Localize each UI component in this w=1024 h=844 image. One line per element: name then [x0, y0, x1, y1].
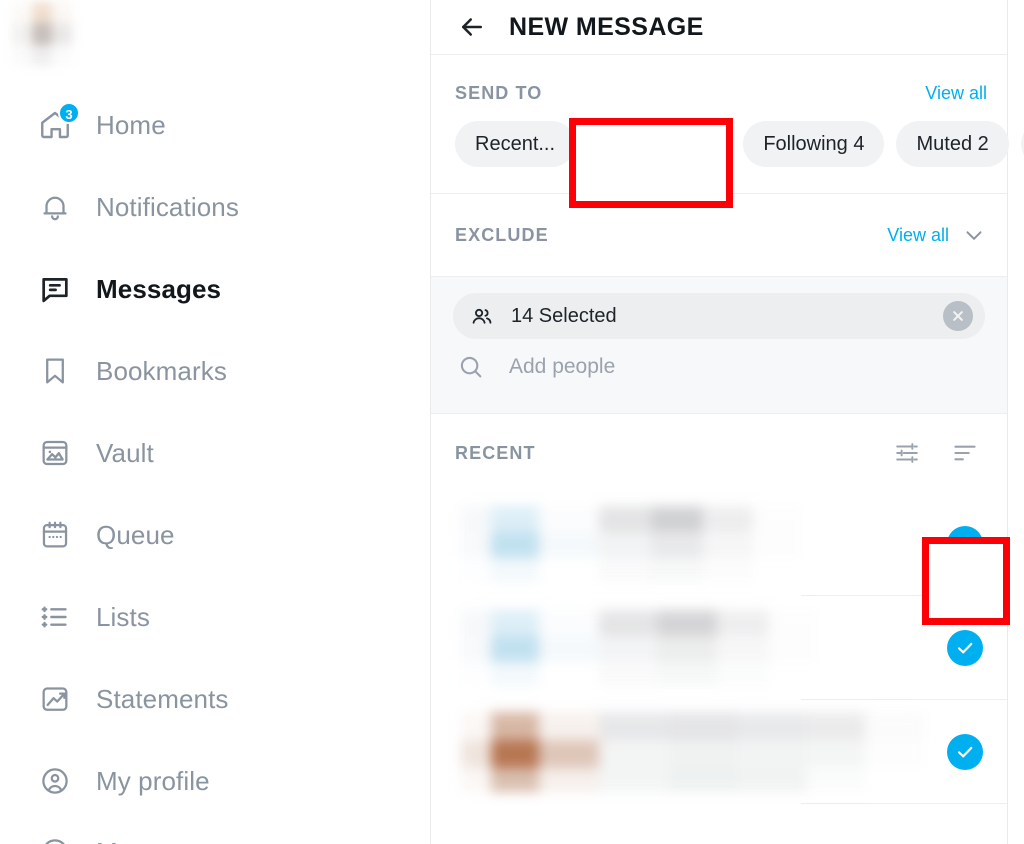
sidebar-nav: 3 Home Notifications Messages Bookmarks … [0, 84, 431, 844]
send-to-chip-list: Recent... Fans 14 Following 4 Muted 2 [431, 111, 1024, 193]
check-circle-icon[interactable] [947, 734, 983, 770]
calendar-icon [34, 514, 76, 556]
app-root: 3 Home Notifications Messages Bookmarks … [0, 0, 1024, 844]
recent-title: RECENT [455, 442, 536, 463]
sidebar-item-label: Messages [96, 273, 222, 304]
chip-label: Following 4 [763, 132, 865, 155]
sidebar-item-label: Notifications [96, 191, 239, 222]
recent-header: RECENT [431, 414, 1007, 492]
vault-image-icon [34, 432, 76, 474]
filter-sliders-icon[interactable] [893, 439, 921, 467]
chart-trend-icon [34, 678, 76, 720]
exclude-view-all-link[interactable]: View all [887, 225, 949, 246]
back-arrow-icon[interactable] [455, 10, 489, 44]
send-to-title: SEND TO [455, 83, 543, 103]
sidebar-item-bookmarks[interactable]: Bookmarks [0, 330, 431, 412]
sidebar: 3 Home Notifications Messages Bookmarks … [0, 0, 431, 844]
add-people-row [453, 339, 985, 395]
list-icon [34, 596, 76, 638]
selected-count-label: 14 Selected [511, 304, 617, 327]
chip-label: Fans 14 [639, 132, 712, 155]
blurred-contact-preview [461, 506, 869, 582]
sidebar-item-lists[interactable]: Lists [0, 576, 431, 658]
check-circle-icon[interactable] [947, 630, 983, 666]
sort-lines-icon[interactable] [951, 439, 979, 467]
sidebar-item-label: Queue [96, 519, 175, 550]
chip-muted[interactable]: Muted 2 [896, 121, 1009, 167]
exclude-selection-box: 14 Selected [431, 277, 1007, 414]
list-item[interactable] [431, 700, 1007, 804]
list-item[interactable] [431, 596, 1007, 700]
send-to-view-all-link[interactable]: View all [925, 83, 987, 104]
sidebar-item-messages[interactable]: Messages [0, 248, 431, 330]
check-circle-icon[interactable] [947, 526, 983, 562]
chip-label: Muted 2 [916, 132, 989, 155]
chip-fans[interactable]: Fans 14 [587, 121, 732, 167]
page-title: NEW MESSAGE [509, 12, 704, 41]
avatar[interactable] [12, 2, 92, 66]
row-separator [801, 803, 1007, 804]
list-item[interactable] [431, 492, 1007, 596]
sidebar-item-label: Home [96, 109, 166, 140]
sidebar-item-more[interactable]: M [0, 822, 431, 844]
sidebar-item-home[interactable]: 3 Home [0, 84, 431, 166]
blurred-contact-preview [461, 610, 885, 686]
home-icon: 3 [34, 102, 80, 146]
chip-label: Recent... [475, 132, 556, 155]
sidebar-item-label: Bookmarks [96, 355, 227, 386]
bell-icon [34, 186, 76, 228]
send-to-section: SEND TO View all Recent... Fans 14 Follo… [431, 55, 1024, 194]
chip-following[interactable]: Following 4 [743, 121, 885, 167]
sidebar-item-label: My profile [96, 765, 210, 796]
exclude-title: EXCLUDE [455, 224, 549, 245]
sidebar-item-label: Vault [96, 437, 154, 468]
add-people-input[interactable] [509, 355, 869, 379]
home-badge: 3 [58, 102, 80, 124]
exclude-section: EXCLUDE View all [431, 194, 1007, 277]
profile-circle-icon [34, 760, 76, 802]
sidebar-item-notifications[interactable]: Notifications [0, 166, 431, 248]
chevron-down-icon[interactable] [961, 222, 987, 248]
people-icon [469, 303, 495, 329]
sidebar-item-statements[interactable]: Statements [0, 658, 431, 740]
panel-header: NEW MESSAGE [431, 0, 1007, 55]
more-circle-icon [34, 831, 76, 844]
message-icon [34, 268, 76, 310]
close-circle-icon[interactable] [943, 301, 973, 331]
bookmark-icon [34, 350, 76, 392]
sidebar-item-label: M [96, 837, 118, 844]
recent-list [431, 492, 1007, 804]
sidebar-item-vault[interactable]: Vault [0, 412, 431, 494]
new-message-panel: NEW MESSAGE SEND TO View all Recent... F… [431, 0, 1024, 844]
blurred-contact-preview [461, 712, 925, 792]
sidebar-item-label: Statements [96, 683, 229, 714]
selected-people-pill[interactable]: 14 Selected [453, 293, 985, 339]
sidebar-item-my-profile[interactable]: My profile [0, 740, 431, 822]
check-icon [607, 133, 629, 155]
search-icon [457, 353, 485, 381]
sidebar-item-queue[interactable]: Queue [0, 494, 431, 576]
sidebar-item-label: Lists [96, 601, 150, 632]
chip-recent[interactable]: Recent... [455, 121, 576, 167]
